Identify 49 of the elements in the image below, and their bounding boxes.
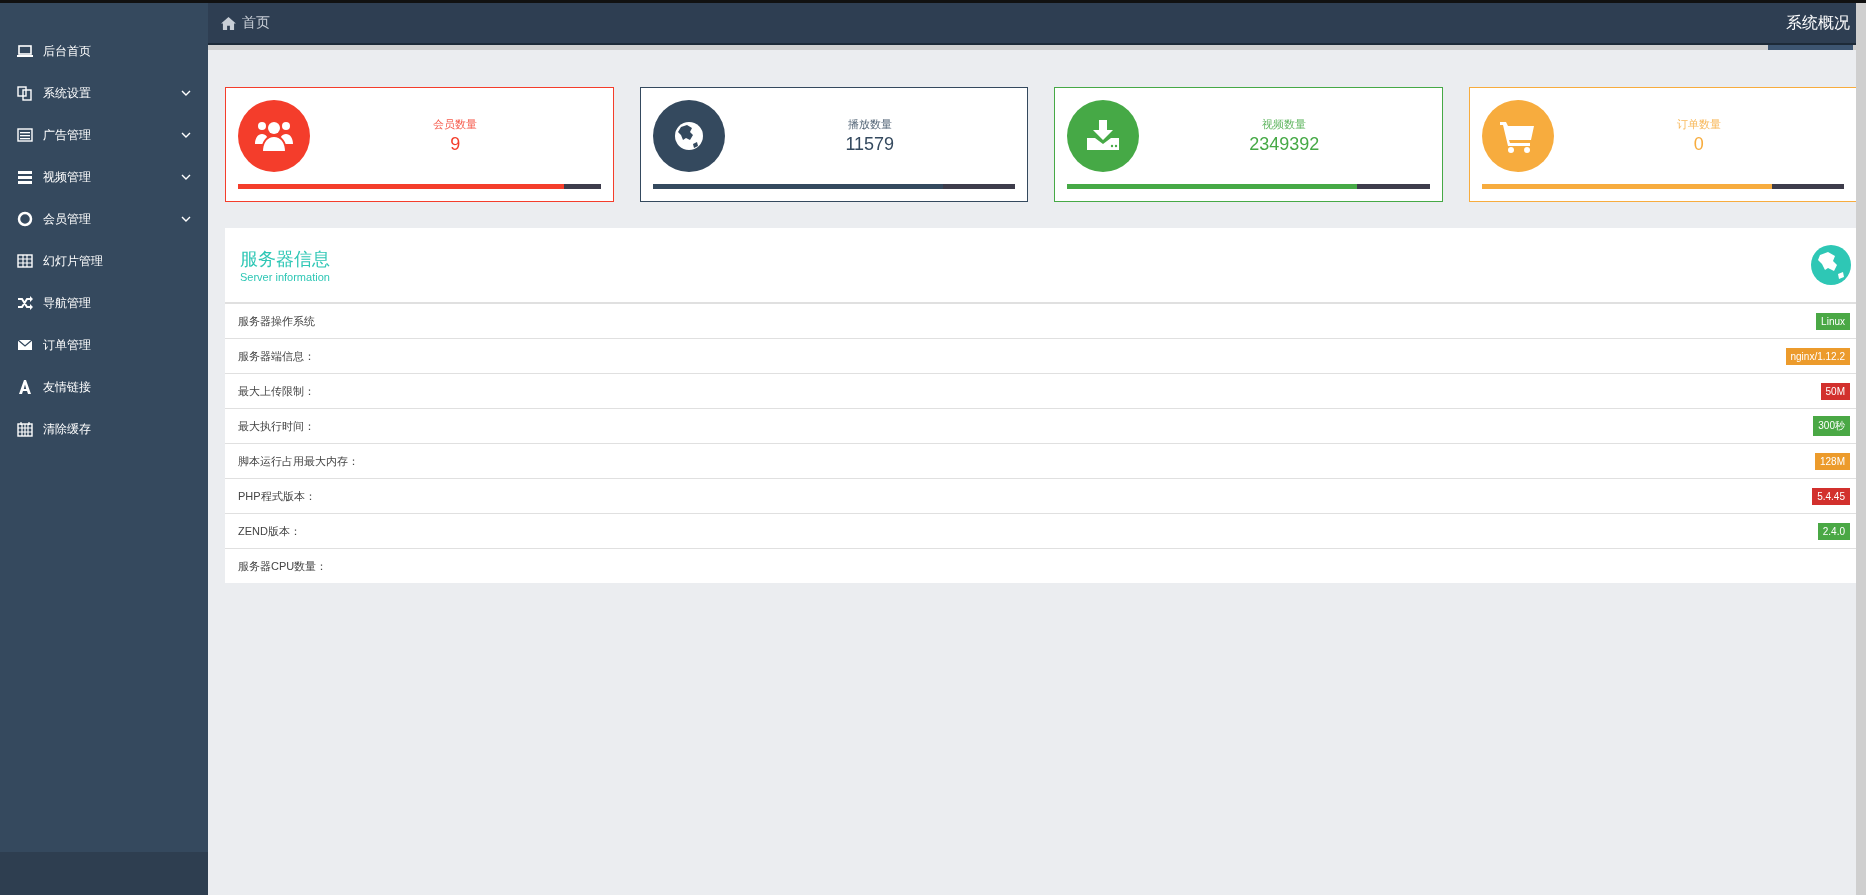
stat-label: 会员数量 [433,117,478,132]
info-value: 2.4.0 [1817,522,1850,540]
info-label: PHP程式版本： [238,488,316,504]
stat-label: 视频数量 [1262,117,1307,132]
page-title: 系统概况 [1786,12,1851,33]
list-icon [17,127,33,143]
sidebar-item[interactable]: 导航管理 [0,282,208,324]
scrollbar[interactable] [1856,3,1866,895]
envelope-icon [17,337,33,353]
info-value: Linux [1816,312,1850,330]
stat-value: 2349392 [1249,134,1320,155]
info-value: 5.4.45 [1812,487,1850,505]
info-value: 128M [1815,452,1850,470]
laptop-icon [17,43,33,59]
stat-label: 订单数量 [1676,117,1721,132]
font-icon [17,379,33,395]
sidebar-item[interactable]: 后台首页 [0,30,208,72]
panel-subtitle: Server information [240,271,330,283]
stat-value: 11579 [845,134,895,155]
info-value: 50M [1820,382,1850,400]
info-label: 服务器操作系统 [238,313,315,329]
info-label: 最大上传限制： [238,383,315,399]
globe-icon [1811,245,1851,285]
stat-value: 0 [1693,134,1704,155]
breadcrumb-link[interactable]: 首页 [221,14,270,32]
panel-title: 服务器信息 [240,248,330,271]
sidebar-item[interactable]: 视频管理 [0,156,208,198]
info-label: 服务器CPU数量： [238,558,328,574]
calendar-icon [17,421,33,437]
info-value: 300秒 [1813,416,1850,436]
sidebar-item[interactable]: 友情链接 [0,366,208,408]
home-icon [221,16,236,30]
sidebar-item[interactable]: 幻灯片管理 [0,240,208,282]
sidebar-item[interactable]: 广告管理 [0,114,208,156]
sidebar-item[interactable]: 订单管理 [0,324,208,366]
copy-icon [17,85,33,101]
info-value: nginx/1.12.2 [1785,347,1850,365]
stat-value: 9 [450,134,461,155]
shuffle-icon [17,295,33,311]
sidebar-item[interactable]: 系统设置 [0,72,208,114]
info-label: ZEND版本： [238,523,301,539]
info-label: 服务器端信息： [238,348,315,364]
sidebar-item[interactable]: 清除缓存 [0,408,208,450]
sidebar-item[interactable]: 会员管理 [0,198,208,240]
stat-label: 播放数量 [847,117,892,132]
info-label: 脚本运行占用最大内存： [238,453,359,469]
grid-icon [17,253,33,269]
info-label: 最大执行时间： [238,418,315,434]
server-icon [17,169,33,185]
